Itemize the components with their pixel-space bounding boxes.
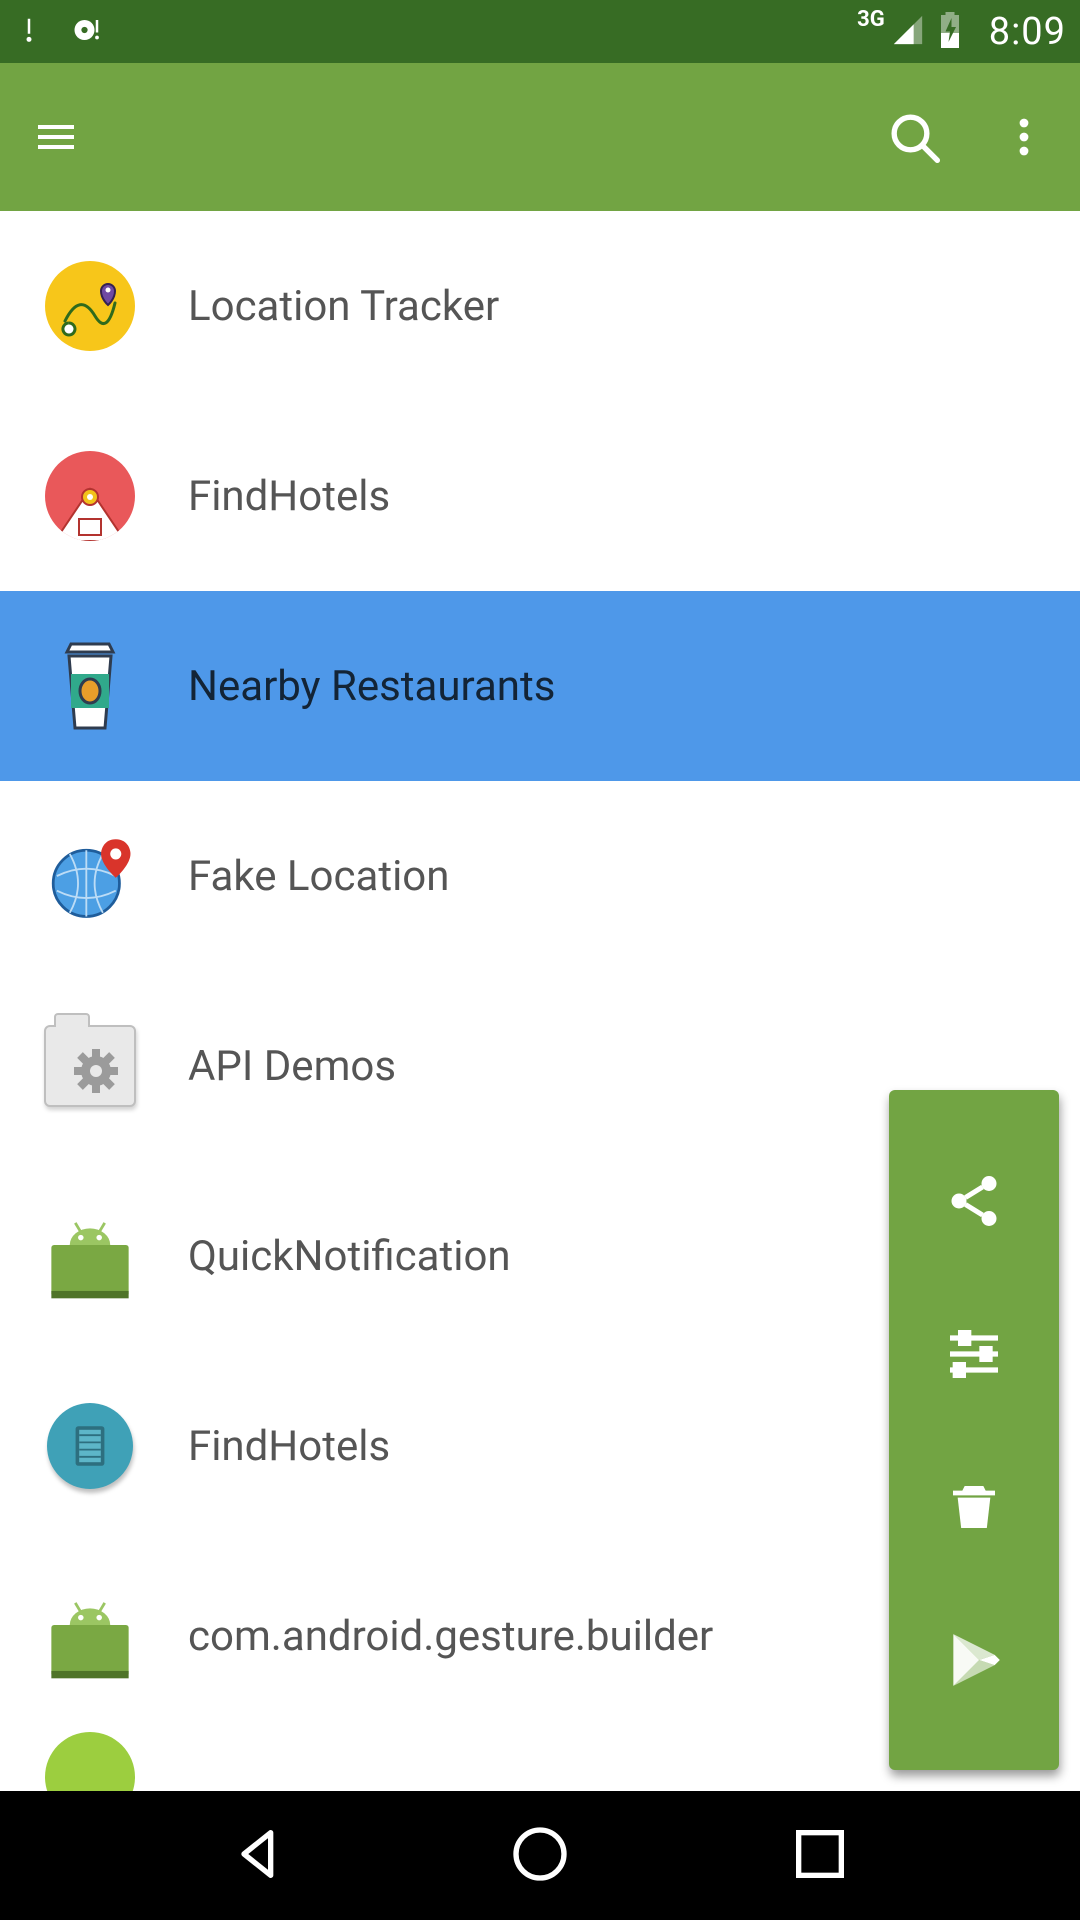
tune-button[interactable] — [940, 1320, 1008, 1388]
play-store-icon — [943, 1629, 1005, 1691]
back-icon — [228, 1822, 292, 1886]
list-item-location-tracker[interactable]: Location Tracker — [0, 211, 1080, 401]
battery-icon — [937, 12, 963, 52]
trash-icon — [946, 1479, 1002, 1535]
android-icon — [44, 1210, 136, 1302]
findhotels-teal-icon — [44, 1400, 136, 1492]
app-bar — [0, 63, 1080, 211]
status-time: 8:09 — [989, 10, 1066, 54]
list-item-label: Fake Location — [188, 852, 449, 901]
list-item-label: API Demos — [188, 1042, 396, 1091]
coffee-cup-icon — [44, 640, 136, 732]
folder-gear-icon — [44, 1020, 136, 1112]
share-icon — [944, 1171, 1004, 1231]
priority-icon — [14, 15, 44, 49]
list-item-nearby-restaurants[interactable]: Nearby Restaurants — [0, 591, 1080, 781]
recent-icon — [788, 1822, 852, 1886]
location-tracker-icon — [44, 260, 136, 352]
list-item-label: com.android.gesture.builder — [188, 1612, 713, 1661]
nav-home-button[interactable] — [508, 1822, 572, 1890]
status-right-icons: 3G 8:09 — [857, 10, 1066, 54]
globe-pin-icon — [44, 830, 136, 922]
list-item-fake-location[interactable]: Fake Location — [0, 781, 1080, 971]
search-button[interactable] — [886, 109, 942, 165]
app-list: Location Tracker FindHotels Nearby Resta… — [0, 211, 1080, 1791]
findhotels-red-icon — [44, 450, 136, 542]
search-icon — [886, 108, 942, 166]
list-item-label: QuickNotification — [188, 1232, 511, 1281]
system-nav-bar — [0, 1791, 1080, 1920]
delete-button[interactable] — [940, 1473, 1008, 1541]
partial-icon — [44, 1731, 136, 1791]
nav-recent-button[interactable] — [788, 1822, 852, 1890]
list-item-label: Location Tracker — [188, 282, 499, 331]
menu-button[interactable] — [28, 109, 84, 165]
tune-icon — [942, 1322, 1006, 1386]
home-icon — [508, 1822, 572, 1886]
overflow-button[interactable] — [996, 109, 1052, 165]
menu-icon — [32, 113, 80, 161]
share-button[interactable] — [940, 1167, 1008, 1235]
list-item-findhotels-a[interactable]: FindHotels — [0, 401, 1080, 591]
list-item-label: FindHotels — [188, 472, 390, 521]
status-bar: 3G 8:09 — [0, 0, 1080, 63]
status-left-icons — [14, 15, 102, 49]
nav-back-button[interactable] — [228, 1822, 292, 1890]
list-item-label: Nearby Restaurants — [188, 662, 555, 711]
network-type-label: 3G — [857, 7, 885, 32]
list-item-label: FindHotels — [188, 1422, 390, 1471]
disc-icon — [72, 15, 102, 49]
android-icon — [44, 1590, 136, 1682]
play-store-button[interactable] — [940, 1626, 1008, 1694]
floating-action-panel — [889, 1090, 1059, 1770]
overflow-icon — [1000, 113, 1048, 161]
signal-icon — [891, 13, 925, 51]
